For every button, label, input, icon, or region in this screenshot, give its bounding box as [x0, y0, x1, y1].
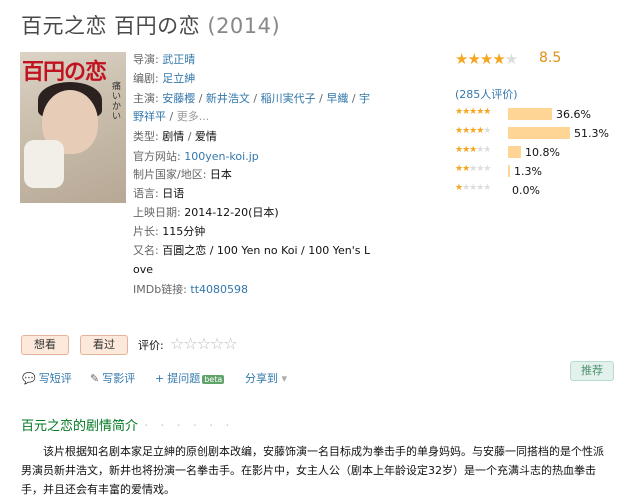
- summary-heading-dots: · · · · · ·: [144, 419, 234, 434]
- rate-stars-input[interactable]: ☆☆☆☆☆: [170, 334, 238, 353]
- more-cast-link[interactable]: 更多...: [177, 110, 210, 123]
- aka-row: 又名: 百圓之恋 / 100 Yen no Koi / 100 Yen's L: [133, 244, 370, 258]
- release-value: 2014-12-20(日本): [184, 206, 279, 219]
- rating-bar: [508, 165, 510, 177]
- rating-percent: 36.6%: [556, 108, 591, 121]
- country-label: 制片国家/地区:: [133, 168, 207, 181]
- official-site-link[interactable]: 100yen-koi.jp: [184, 150, 259, 163]
- director-label: 导演:: [133, 53, 159, 66]
- watched-button[interactable]: 看过: [80, 335, 128, 355]
- writer-label: 编剧:: [133, 72, 159, 85]
- rating-row-stars-icon: ★★★★★: [455, 183, 491, 193]
- poster-side-text: 痛いかい: [112, 82, 122, 122]
- rating-row-stars-icon: ★★★★★: [455, 126, 491, 136]
- language-label: 语言:: [133, 187, 159, 200]
- page-title: 百元之恋 百円の恋 (2014): [21, 10, 280, 40]
- movie-title: 百元之恋 百円の恋: [21, 14, 201, 38]
- runtime-label: 片长:: [133, 225, 159, 238]
- write-review-label[interactable]: 写影评: [102, 372, 135, 385]
- imdb-link[interactable]: tt4080598: [190, 283, 248, 296]
- plus-icon: +: [155, 372, 165, 385]
- rating-percent: 10.8%: [525, 146, 560, 159]
- poster-title: 百円の恋: [22, 60, 107, 85]
- country-row: 制片国家/地区: 日本: [133, 168, 232, 182]
- write-short-review-label[interactable]: 写短评: [39, 372, 72, 385]
- rating-bar: [508, 146, 521, 158]
- summary-heading-text: 百元之恋的剧情简介: [21, 419, 139, 434]
- writer-row: 编剧: 足立紳: [133, 72, 195, 86]
- movie-year: (2014): [207, 14, 281, 38]
- director-row: 导演: 武正晴: [133, 53, 195, 67]
- cast-link[interactable]: 新井浩文: [206, 92, 250, 105]
- write-short-review-link[interactable]: 💬 写短评: [22, 370, 72, 386]
- director-link[interactable]: 武正晴: [162, 53, 195, 66]
- language-value: 日语: [162, 187, 185, 200]
- writer-link[interactable]: 足立紳: [162, 72, 195, 85]
- chevron-down-icon: ▾: [281, 372, 288, 385]
- language-row: 语言: 日语: [133, 187, 184, 201]
- rating-percent: 51.3%: [574, 127, 609, 140]
- rating-stars-icon: ★★★★★: [455, 50, 518, 68]
- rating-count-link[interactable]: (285人评价): [455, 86, 518, 102]
- site-row: 官方网站: 100yen-koi.jp: [133, 150, 259, 164]
- beta-badge: beta: [202, 375, 225, 384]
- genre-label: 类型:: [133, 130, 159, 143]
- cast-link[interactable]: 稲川実代子: [261, 92, 316, 105]
- cast-link[interactable]: 早織: [326, 92, 348, 105]
- write-review-link[interactable]: ✎ 写影评: [90, 370, 135, 386]
- site-label: 官方网站:: [133, 150, 181, 163]
- rating-bar: [508, 108, 552, 120]
- genre-value: 爱情: [194, 130, 217, 143]
- ask-question-label[interactable]: 提问题: [167, 372, 200, 385]
- movie-poster[interactable]: 百円の恋 痛いかい: [20, 52, 126, 203]
- ask-question-link[interactable]: + 提问题 beta: [155, 370, 225, 386]
- rate-label: 评价:: [138, 339, 164, 352]
- rating-row-stars-icon: ★★★★★: [455, 107, 491, 117]
- aka-value-cont: ove: [133, 263, 154, 276]
- cast-link[interactable]: 安藤樱: [162, 92, 195, 105]
- aka-label: 又名:: [133, 244, 159, 257]
- aka-value: 百圓之恋 / 100 Yen no Koi / 100 Yen's L: [162, 244, 371, 257]
- genre-row: 类型: 剧情 / 爱情: [133, 130, 217, 143]
- share-label[interactable]: 分享到: [245, 372, 278, 385]
- rating-score: 8.5: [539, 50, 562, 66]
- cast-row-2: 野祥平 / 更多...: [133, 110, 210, 123]
- want-to-watch-button[interactable]: 想看: [21, 335, 69, 355]
- poster-glove-shape: [24, 140, 64, 188]
- runtime-row: 片长: 115分钟: [133, 225, 205, 239]
- rating-count-text[interactable]: (285人评价): [455, 88, 518, 101]
- rating-bar: [508, 127, 570, 139]
- comment-icon: 💬: [22, 372, 36, 385]
- rating-row-stars-icon: ★★★★★: [455, 145, 491, 155]
- country-value: 日本: [209, 168, 232, 181]
- recommend-button[interactable]: 推荐: [570, 361, 614, 381]
- rating-row-stars-icon: ★★★★★: [455, 164, 491, 174]
- rating-percent: 0.0%: [512, 184, 540, 197]
- cast-label: 主演:: [133, 92, 159, 105]
- release-label: 上映日期:: [133, 206, 181, 219]
- runtime-value: 115分钟: [162, 225, 206, 238]
- cast-link[interactable]: 野祥平: [133, 110, 166, 123]
- summary-heading: 百元之恋的剧情简介 · · · · · ·: [21, 415, 233, 434]
- cast-link[interactable]: 宇: [359, 92, 370, 105]
- share-dropdown[interactable]: 分享到 ▾: [245, 370, 287, 386]
- aka-row-2: ove: [133, 263, 153, 277]
- pencil-icon: ✎: [90, 372, 100, 385]
- imdb-label: IMDb链接:: [133, 283, 187, 296]
- genre-value: 剧情: [162, 130, 185, 143]
- release-row: 上映日期: 2014-12-20(日本): [133, 206, 279, 220]
- rating-percent: 1.3%: [514, 165, 542, 178]
- cast-row: 主演: 安藤樱 / 新井浩文 / 稲川実代子 / 早織 / 宇: [133, 92, 371, 105]
- imdb-row: IMDb链接: tt4080598: [133, 283, 248, 297]
- summary-text: 该片根据知名剧本家足立紳的原创剧本改编，安藤饰演一名目标成为拳击手的单身妈妈。与…: [21, 445, 604, 496]
